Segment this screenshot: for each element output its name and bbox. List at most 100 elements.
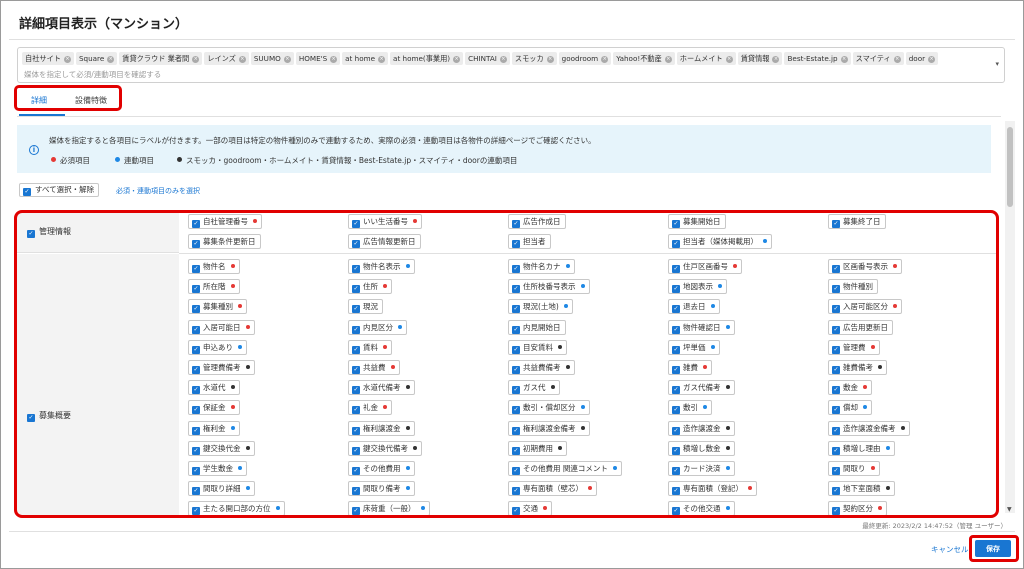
remove-chip-icon[interactable]: × [664, 56, 672, 63]
field-checkbox-item[interactable]: ✓ 募集終了日 [828, 214, 886, 229]
category-recruitment-toggle[interactable]: ✓ 募集概要 [27, 410, 71, 422]
field-checkbox-item[interactable]: ✓ 入居可能日 [188, 319, 255, 335]
remove-chip-icon[interactable]: × [840, 56, 848, 63]
field-checkbox-item[interactable]: ✓ 広告用更新日 [828, 319, 893, 335]
field-checkbox-item[interactable]: ✓ 間取り備考 [348, 481, 415, 497]
media-select[interactable]: 自社サイト × Square × 賃貸クラウド 業者間 × レインズ × SUUMO × HOME'… [17, 47, 1005, 83]
field-checkbox-item[interactable]: ✓ 間取り詳細 [188, 481, 255, 497]
chevron-down-icon[interactable]: ▾ [995, 60, 999, 68]
field-checkbox-item[interactable]: ✓ 賃料 [348, 339, 392, 355]
field-checkbox-item[interactable]: ✓ 学生敷金 [188, 461, 247, 476]
field-checkbox-item[interactable]: ✓ 物件名 [188, 259, 240, 274]
media-chip[interactable]: door × [905, 52, 939, 65]
field-checkbox-item[interactable]: ✓ 敷引 [668, 400, 712, 416]
field-checkbox-item[interactable]: ✓ 物件名表示 [348, 259, 415, 274]
remove-chip-icon[interactable]: × [453, 56, 461, 63]
field-checkbox-item[interactable]: ✓ 退去日 [668, 299, 720, 315]
remove-chip-icon[interactable]: × [928, 56, 936, 63]
field-checkbox-item[interactable]: ✓ 積増し敷金 [668, 440, 735, 456]
field-checkbox-item[interactable]: ✓ 床荷重（一般） [348, 501, 430, 515]
remove-chip-icon[interactable]: × [601, 56, 609, 63]
field-checkbox-item[interactable]: ✓ 坪単価 [668, 339, 720, 355]
field-checkbox-item[interactable]: ✓ その他交通 [668, 501, 735, 515]
media-chip[interactable]: at home × [342, 52, 389, 65]
field-checkbox-item[interactable]: ✓ 敷引・償却区分 [508, 400, 590, 416]
field-checkbox-item[interactable]: ✓ 募集条件更新日 [188, 234, 261, 249]
field-checkbox-item[interactable]: ✓ 間取り [828, 461, 880, 476]
field-checkbox-item[interactable]: ✓ 区画番号表示 [828, 259, 902, 274]
tab-detail[interactable]: 詳細 [31, 95, 47, 106]
field-checkbox-item[interactable]: ✓ ガス代備考 [668, 380, 735, 396]
remove-chip-icon[interactable]: × [378, 56, 386, 63]
field-checkbox-item[interactable]: ✓ 所在階 [188, 279, 240, 295]
field-checkbox-item[interactable]: ✓ 担当者 [508, 234, 551, 249]
field-checkbox-item[interactable]: ✓ 敷金 [828, 380, 872, 396]
media-chip[interactable]: スマイティ × [852, 52, 904, 65]
field-checkbox-item[interactable]: ✓ 物件種別 [828, 279, 878, 295]
field-checkbox-item[interactable]: ✓ 契約区分 [828, 501, 887, 515]
remove-chip-icon[interactable]: × [283, 56, 291, 63]
field-checkbox-item[interactable]: ✓ 造作譲渡金備考 [828, 420, 910, 436]
scroll-down-icon[interactable]: ▼ [1007, 506, 1012, 513]
field-checkbox-item[interactable]: ✓ いい生活番号 [348, 214, 422, 229]
field-checkbox-item[interactable]: ✓ 申込あり [188, 339, 247, 355]
field-checkbox-item[interactable]: ✓ 物件名カナ [508, 259, 575, 274]
field-checkbox-item[interactable]: ✓ 保証金 [188, 400, 240, 416]
field-checkbox-item[interactable]: ✓ 水道代 [188, 380, 240, 396]
category-management-toggle[interactable]: ✓ 管理情報 [27, 226, 71, 238]
field-checkbox-item[interactable]: ✓ 地図表示 [668, 279, 727, 295]
media-chip[interactable]: SUUMO × [250, 52, 294, 65]
media-chip[interactable]: at home(事業用) × [390, 52, 464, 65]
remove-chip-icon[interactable]: × [330, 56, 338, 63]
field-checkbox-item[interactable]: ✓ 専有面積（登記） [668, 481, 757, 497]
vertical-scrollbar[interactable]: ▼ [1005, 121, 1015, 513]
select-all-button[interactable]: ✓ すべて選択・解除 [19, 183, 100, 197]
field-checkbox-item[interactable]: ✓ 現況 [348, 299, 383, 315]
field-checkbox-item[interactable]: ✓ 交通 [508, 501, 552, 515]
field-checkbox-item[interactable]: ✓ 権利金 [188, 420, 240, 436]
field-checkbox-item[interactable]: ✓ 現況(土地) [508, 299, 573, 315]
field-checkbox-item[interactable]: ✓ 募集開始日 [668, 214, 726, 229]
media-chip[interactable]: ホームメイト × [676, 52, 736, 65]
media-chip[interactable]: Yahoo!不動産 × [613, 52, 675, 65]
media-chip[interactable]: 賃貸クラウド 業者間 × [119, 52, 203, 65]
cancel-button[interactable]: キャンセル [931, 544, 969, 555]
field-checkbox-item[interactable]: ✓ 権利譲渡金備考 [508, 420, 590, 436]
media-chip[interactable]: HOME'S × [295, 52, 341, 65]
field-checkbox-item[interactable]: ✓ 権利譲渡金 [348, 420, 415, 436]
remove-chip-icon[interactable]: × [499, 56, 507, 63]
field-checkbox-item[interactable]: ✓ その他費用 [348, 461, 415, 476]
field-checkbox-item[interactable]: ✓ 管理費備考 [188, 360, 255, 375]
field-checkbox-item[interactable]: ✓ その他費用 関連コメント [508, 461, 622, 476]
field-checkbox-item[interactable]: ✓ 目安賃料 [508, 339, 567, 355]
media-chip[interactable]: goodroom × [558, 52, 612, 65]
remove-chip-icon[interactable]: × [772, 56, 780, 63]
field-checkbox-item[interactable]: ✓ 雑費 [668, 360, 712, 375]
media-chip[interactable]: Square × [75, 52, 118, 65]
media-chip[interactable]: スモッカ × [511, 52, 557, 65]
field-checkbox-item[interactable]: ✓ 専有面積（壁芯） [508, 481, 597, 497]
field-checkbox-item[interactable]: ✓ 初期費用 [508, 440, 567, 456]
field-checkbox-item[interactable]: ✓ 共益費備考 [508, 360, 575, 375]
field-checkbox-item[interactable]: ✓ 造作譲渡金 [668, 420, 735, 436]
remove-chip-icon[interactable]: × [192, 56, 200, 63]
field-checkbox-item[interactable]: ✓ ガス代 [508, 380, 560, 396]
remove-chip-icon[interactable]: × [893, 56, 901, 63]
select-required-only-link[interactable]: 必須・連動項目のみを選択 [116, 186, 200, 196]
field-checkbox-item[interactable]: ✓ 広告情報更新日 [348, 234, 421, 249]
field-checkbox-item[interactable]: ✓ 地下室面積 [828, 481, 895, 497]
field-checkbox-item[interactable]: ✓ 償却 [828, 400, 872, 416]
scrollbar-thumb[interactable] [1007, 127, 1013, 207]
field-checkbox-item[interactable]: ✓ 入居可能区分 [828, 299, 902, 315]
field-checkbox-item[interactable]: ✓ 住戸区画番号 [668, 259, 742, 274]
field-checkbox-item[interactable]: ✓ 住所 [348, 279, 392, 295]
media-chip[interactable]: 賃貸情報 × [737, 52, 783, 65]
field-checkbox-item[interactable]: ✓ 内見区分 [348, 319, 407, 335]
field-checkbox-item[interactable]: ✓ 雑費備考 [828, 360, 887, 375]
field-checkbox-item[interactable]: ✓ 積増し理由 [828, 440, 895, 456]
field-checkbox-item[interactable]: ✓ 共益費 [348, 360, 400, 375]
media-chip[interactable]: Best-Estate.jp × [784, 52, 851, 65]
remove-chip-icon[interactable]: × [546, 56, 554, 63]
field-checkbox-item[interactable]: ✓ 広告作成日 [508, 214, 566, 229]
tab-equipment[interactable]: 設備特徴 [75, 95, 107, 106]
